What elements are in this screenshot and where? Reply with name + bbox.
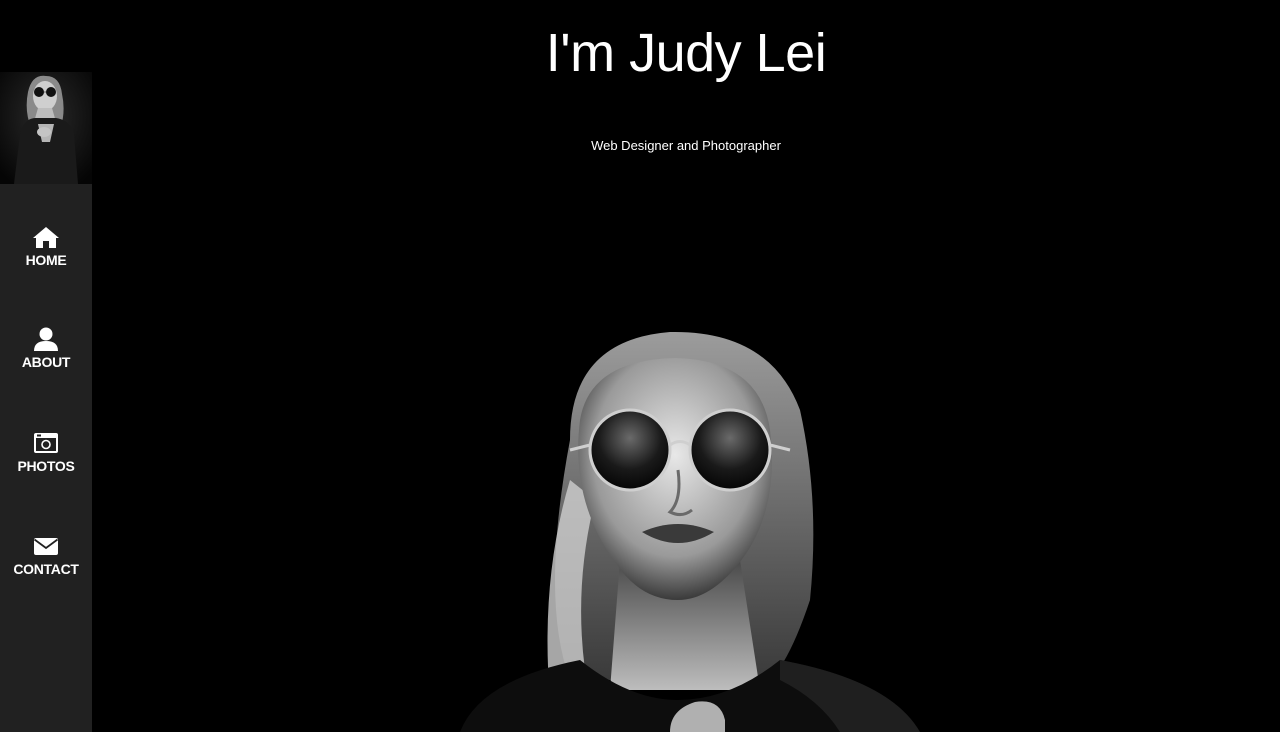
hero-portrait-image xyxy=(420,300,960,732)
nav-label-photos: PHOTOS xyxy=(17,458,75,474)
avatar xyxy=(0,72,92,184)
sidebar-top-strip xyxy=(0,0,92,72)
nav-label-about: ABOUT xyxy=(21,354,71,370)
page: HOME ABOUT PHOTOS CONTACT I'm Judy Lei W… xyxy=(0,0,1280,732)
nav-item-photos[interactable]: PHOTOS xyxy=(0,430,92,500)
nav-label-contact: CONTACT xyxy=(13,561,79,577)
nav-item-about[interactable]: ABOUT xyxy=(0,326,92,396)
camera-icon xyxy=(32,430,60,456)
nav-item-home[interactable]: HOME xyxy=(0,224,92,294)
sidebar: HOME ABOUT PHOTOS CONTACT xyxy=(0,0,92,732)
user-icon xyxy=(32,326,60,352)
nav-label-home: HOME xyxy=(25,252,67,268)
page-subtitle: Web Designer and Photographer xyxy=(591,138,781,153)
page-title: I'm Judy Lei xyxy=(545,23,827,83)
envelope-icon xyxy=(32,533,60,559)
nav-item-contact[interactable]: CONTACT xyxy=(0,533,92,603)
home-icon xyxy=(32,224,60,250)
